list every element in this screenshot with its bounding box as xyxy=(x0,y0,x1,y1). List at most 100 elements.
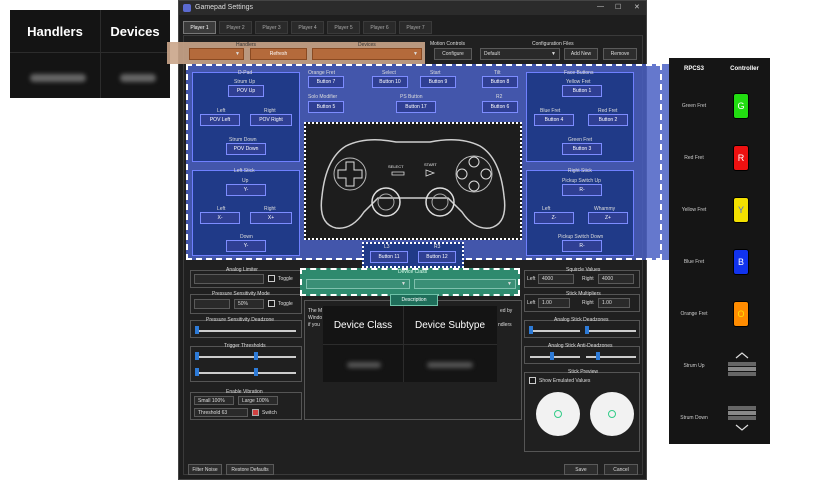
panel-divider xyxy=(10,52,170,53)
restore-defaults-button[interactable]: Restore Defaults xyxy=(226,464,274,475)
blue-fret-button[interactable]: Button 4 xyxy=(534,114,574,126)
add-new-button[interactable]: Add New xyxy=(564,48,598,60)
r2-button[interactable]: Button 6 xyxy=(482,101,518,113)
squircle-right-spin[interactable]: 4000 xyxy=(598,274,634,284)
right-stick-down-button[interactable]: R- xyxy=(562,240,602,252)
trigger-slider-1[interactable] xyxy=(196,356,296,358)
tab-player-4[interactable]: Player 4 xyxy=(291,21,324,34)
show-emulated-checkbox[interactable] xyxy=(529,377,536,384)
solo-modifier-button[interactable]: Button 5 xyxy=(308,101,344,113)
select-button[interactable]: Button 10 xyxy=(372,76,408,88)
refresh-button[interactable]: Refresh xyxy=(250,48,307,60)
tab-player-1[interactable]: Player 1 xyxy=(183,21,216,34)
configure-button[interactable]: Configure xyxy=(434,48,472,60)
device-subtype-select[interactable]: ▼ xyxy=(414,279,516,289)
left-stick-left-button[interactable]: X- xyxy=(200,212,240,224)
filter-noise-button[interactable]: Filter Noise xyxy=(188,464,222,475)
right-deadzone-handle[interactable] xyxy=(585,326,589,334)
maximize-button[interactable]: ☐ xyxy=(615,3,621,11)
overlay-divider xyxy=(323,344,497,345)
tilt-button[interactable]: Button 8 xyxy=(482,76,518,88)
dpad-up-button[interactable]: POV Up xyxy=(228,85,264,97)
controller-select-text: SELECT xyxy=(388,164,404,169)
r3-button[interactable]: Button 12 xyxy=(418,251,456,263)
trigger-slider-2[interactable] xyxy=(196,372,296,374)
squircle-left-spin[interactable]: 4000 xyxy=(538,274,574,284)
left-stick-up-button[interactable]: Y- xyxy=(226,184,266,196)
mapping-row-orange: Orange Fret O xyxy=(669,288,770,340)
mappings-panel: RPCS3 Controller Green Fret G Red Fret R… xyxy=(669,58,770,444)
mappings-col-rpcs3: RPCS3 xyxy=(683,66,704,72)
pressure-toggle-checkbox[interactable] xyxy=(268,300,275,307)
solo-modifier-label: Solo Modifier xyxy=(308,94,338,100)
left-deadzone-slider[interactable] xyxy=(530,330,580,332)
config-select[interactable]: Default ▼ xyxy=(480,48,560,60)
trigger-slider-2-handle[interactable] xyxy=(195,368,199,376)
right-deadzone-slider[interactable] xyxy=(586,330,636,332)
left-anti-deadzone-slider[interactable] xyxy=(530,356,580,358)
tab-player-2[interactable]: Player 2 xyxy=(219,21,252,34)
mult-left-value: 1.00 xyxy=(542,300,552,306)
vibration-switch-checkbox[interactable] xyxy=(252,409,259,416)
analog-limiter-toggle-checkbox[interactable] xyxy=(268,275,275,282)
tab-player-5[interactable]: Player 5 xyxy=(327,21,360,34)
start-button[interactable]: Button 9 xyxy=(420,76,456,88)
vibration-threshold-spin[interactable]: Threshold 63 xyxy=(194,408,248,417)
description-right-1: ed by xyxy=(500,308,513,314)
enable-vibration-label: Enable Vibration xyxy=(226,389,263,395)
ps-button[interactable]: Button 17 xyxy=(396,101,436,113)
tab-player-3[interactable]: Player 3 xyxy=(255,21,288,34)
dpad-left-button[interactable]: POV Left xyxy=(200,114,240,126)
cancel-button[interactable]: Cancel xyxy=(604,464,638,475)
analog-limiter-select[interactable] xyxy=(194,274,264,284)
config-files-label: Configuration Files xyxy=(532,41,574,47)
yellow-fret-button[interactable]: Button 1 xyxy=(562,85,602,97)
devices-select[interactable]: ▼ xyxy=(312,48,422,60)
dpad-right-button[interactable]: POV Right xyxy=(250,114,292,126)
red-fret-button[interactable]: Button 2 xyxy=(588,114,628,126)
close-button[interactable]: ✕ xyxy=(634,3,640,11)
right-anti-deadzone-handle[interactable] xyxy=(596,352,600,360)
right-stick-left-button[interactable]: Z- xyxy=(534,212,574,224)
left-stick-down-button[interactable]: Y- xyxy=(226,240,266,252)
left-stick-preview xyxy=(536,392,580,436)
orange-key-icon: O xyxy=(733,301,749,327)
device-class-select[interactable]: ▼ xyxy=(306,279,410,289)
description-tab[interactable]: Description xyxy=(390,294,438,306)
green-fret-button[interactable]: Button 3 xyxy=(562,143,602,155)
minimize-button[interactable]: — xyxy=(597,3,604,10)
pressure-mode-select[interactable] xyxy=(194,299,230,309)
trigger-slider-1-handle[interactable] xyxy=(195,352,199,360)
mapping-row-strum-down: Strum Down xyxy=(669,392,770,444)
remove-button[interactable]: Remove xyxy=(603,48,637,60)
tab-player-7[interactable]: Player 7 xyxy=(399,21,432,34)
overlay-divider xyxy=(403,306,404,382)
pressure-deadzone-slider[interactable] xyxy=(196,330,296,332)
l3-button[interactable]: Button 11 xyxy=(370,251,408,263)
handlers-select[interactable]: ▼ xyxy=(189,48,244,60)
handlers-devices-panel: Handlers Devices xyxy=(10,10,170,98)
mult-right-spin[interactable]: 1.00 xyxy=(598,298,630,308)
pressure-deadzone-handle[interactable] xyxy=(195,326,199,334)
tab-player-6[interactable]: Player 6 xyxy=(363,21,396,34)
dpad-down-button[interactable]: POV Down xyxy=(226,143,266,155)
vibration-large-spin[interactable]: Large 100% xyxy=(238,396,278,405)
pressure-value-spin[interactable]: 50% xyxy=(234,299,264,309)
config-value: Default xyxy=(484,51,500,57)
left-deadzone-handle[interactable] xyxy=(529,326,533,334)
right-anti-deadzone-slider[interactable] xyxy=(586,356,636,358)
orange-fret-button[interactable]: Button 7 xyxy=(308,76,344,88)
right-stick-up-button[interactable]: R- xyxy=(562,184,602,196)
trigger-slider-2-handle-b[interactable] xyxy=(254,368,258,376)
left-anti-deadzone-handle[interactable] xyxy=(550,352,554,360)
description-right-2: ndlers xyxy=(498,322,512,328)
vibration-small-spin[interactable]: Small 100% xyxy=(194,396,234,405)
analog-limiter-label: Analog Limiter xyxy=(226,267,258,273)
trigger-slider-1-handle-b[interactable] xyxy=(254,352,258,360)
mult-left-spin[interactable]: 1.00 xyxy=(538,298,570,308)
handler-value-blurred xyxy=(30,74,86,82)
right-stick-right-button[interactable]: Z+ xyxy=(588,212,628,224)
chevron-down-icon: ▼ xyxy=(235,51,240,57)
save-button[interactable]: Save xyxy=(564,464,598,475)
left-stick-right-button[interactable]: X+ xyxy=(250,212,292,224)
